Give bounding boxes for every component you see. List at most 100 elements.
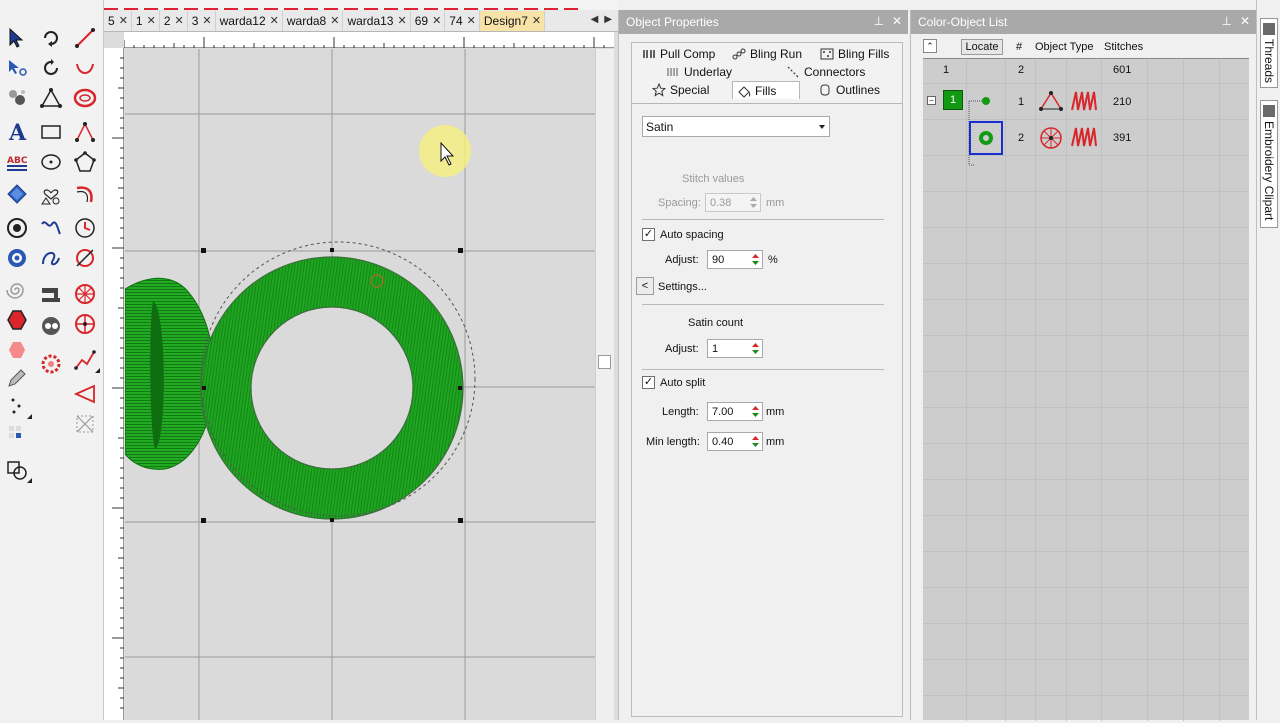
spinner-icon[interactable]: [748, 195, 759, 210]
pin-icon[interactable]: ⊥: [873, 14, 883, 28]
star-burst-icon[interactable]: [70, 280, 100, 308]
swirl-pattern-icon[interactable]: [36, 350, 66, 378]
vertical-scrollbar[interactable]: [595, 49, 614, 720]
doc-tab[interactable]: 74 ✕: [445, 10, 480, 31]
hexagon-red-icon[interactable]: [2, 306, 32, 334]
embroidery-clipart-tab[interactable]: Embroidery Clipart: [1260, 100, 1278, 228]
adjust-spacing-input[interactable]: 90: [707, 250, 763, 269]
stitch-grid-icon[interactable]: [70, 410, 100, 438]
color-swatch[interactable]: 1: [943, 90, 963, 110]
grid-dots-icon[interactable]: [2, 420, 32, 448]
diamond-fill-icon[interactable]: [2, 180, 32, 208]
divider: [642, 369, 884, 370]
select-arrow-icon[interactable]: [2, 24, 32, 52]
triangle-nodes-icon[interactable]: [36, 84, 66, 112]
tab-pull-comp[interactable]: Pull Comp: [638, 45, 719, 63]
spinner-icon[interactable]: [750, 341, 761, 356]
triangle-red-icon[interactable]: [70, 380, 100, 408]
ellipse-red-icon[interactable]: [70, 84, 100, 112]
scroll-right-icon[interactable]: ▶: [604, 14, 612, 25]
rectangle-icon[interactable]: [36, 118, 66, 146]
bezier-curve-icon[interactable]: [36, 244, 66, 272]
circle-cut-icon[interactable]: [70, 244, 100, 272]
close-icon[interactable]: ✕: [147, 14, 156, 27]
hexagon-pink-icon[interactable]: [2, 336, 32, 364]
length-input[interactable]: 7.00: [707, 402, 763, 421]
spacing-input[interactable]: 0.38: [705, 193, 761, 212]
polygon-nodes-icon[interactable]: [70, 118, 100, 146]
gears-icon[interactable]: [36, 312, 66, 340]
satin-count-input[interactable]: 1: [707, 339, 763, 358]
pen-icon[interactable]: [2, 364, 32, 392]
doc-tab-active[interactable]: Design7 ✕: [479, 10, 546, 31]
tab-bling-run[interactable]: Bling Run: [728, 45, 806, 63]
tab-special[interactable]: Special: [648, 81, 713, 99]
doc-tab[interactable]: 3 ✕: [188, 10, 216, 31]
close-icon[interactable]: ✕: [330, 14, 339, 27]
curve-red-icon[interactable]: [70, 180, 100, 208]
locate-button[interactable]: Locate: [961, 39, 1003, 55]
doc-tab[interactable]: 1 ✕: [132, 10, 160, 31]
sewing-machine-icon[interactable]: [36, 280, 66, 308]
design-area[interactable]: [125, 49, 595, 720]
spinner-icon[interactable]: [750, 404, 761, 419]
fill-type-dropdown[interactable]: Satin: [642, 116, 830, 137]
tab-bling-fills[interactable]: Bling Fills: [816, 45, 893, 63]
close-icon[interactable]: ✕: [1240, 14, 1250, 28]
close-icon[interactable]: ✕: [432, 14, 441, 27]
line-red-icon[interactable]: [70, 24, 100, 52]
close-icon[interactable]: ✕: [532, 14, 541, 27]
spinner-icon[interactable]: [750, 252, 761, 267]
tab-connectors[interactable]: Connectors: [782, 63, 869, 81]
settings-expand-button[interactable]: <: [636, 277, 654, 295]
heart-shapes-icon[interactable]: [36, 180, 66, 208]
close-icon[interactable]: ✕: [892, 14, 902, 28]
dots-path-icon[interactable]: [2, 392, 32, 420]
selected-object-thumbnail[interactable]: [969, 121, 1003, 155]
text-lettering-icon[interactable]: A: [2, 118, 32, 146]
auto-spacing-checkbox[interactable]: ✓: [642, 228, 655, 241]
overlap-shapes-icon[interactable]: [2, 456, 32, 484]
auto-split-checkbox[interactable]: ✓: [642, 376, 655, 389]
close-icon[interactable]: ✕: [397, 14, 406, 27]
spinner-icon[interactable]: [750, 434, 761, 449]
tab-underlay[interactable]: Underlay: [662, 63, 736, 81]
tab-outlines[interactable]: Outlines: [814, 81, 884, 99]
ellipse-icon[interactable]: [36, 148, 66, 176]
doc-tab[interactable]: warda12 ✕: [216, 10, 283, 31]
radial-fill-icon[interactable]: [70, 310, 100, 338]
threads-tab[interactable]: Threads: [1260, 18, 1278, 88]
close-icon[interactable]: ✕: [202, 14, 211, 27]
squiggle-run-icon[interactable]: [36, 214, 66, 242]
monogram-icon[interactable]: ABC: [2, 148, 32, 176]
zigzag-line-icon[interactable]: [70, 346, 100, 374]
clock-curve-icon[interactable]: [70, 214, 100, 242]
nodes-edit-icon[interactable]: [2, 84, 32, 112]
min-length-input[interactable]: 0.40: [707, 432, 763, 451]
scroll-thumb[interactable]: [598, 355, 611, 369]
close-icon[interactable]: ✕: [119, 14, 128, 27]
ring-target-icon[interactable]: [2, 244, 32, 272]
pentagon-nodes-icon[interactable]: [70, 148, 100, 176]
percent-unit: %: [768, 254, 778, 266]
doc-tab[interactable]: 5 ✕: [104, 10, 132, 31]
scroll-left-icon[interactable]: ◀: [591, 14, 599, 25]
doc-tab[interactable]: 2 ✕: [160, 10, 188, 31]
rotate-cw-icon[interactable]: [36, 54, 66, 82]
collapse-icon[interactable]: −: [927, 96, 936, 105]
arc-red-icon[interactable]: [70, 54, 100, 82]
spiral-icon[interactable]: [2, 276, 32, 304]
close-icon[interactable]: ✕: [270, 14, 279, 27]
rotate-arrows-icon[interactable]: [36, 24, 66, 52]
doc-tab[interactable]: warda8 ✕: [283, 10, 344, 31]
circle-target-icon[interactable]: [2, 214, 32, 242]
reshape-arrow-icon[interactable]: [2, 54, 32, 82]
close-icon[interactable]: ✕: [175, 14, 184, 27]
close-icon[interactable]: ✕: [467, 14, 476, 27]
tab-fills[interactable]: Fills: [732, 81, 800, 99]
collapse-all-icon[interactable]: ⌃: [923, 39, 937, 53]
pin-icon[interactable]: ⊥: [1221, 14, 1231, 28]
settings-label[interactable]: Settings...: [658, 281, 707, 293]
doc-tab[interactable]: warda13 ✕: [343, 10, 411, 31]
doc-tab[interactable]: 69 ✕: [411, 10, 446, 31]
